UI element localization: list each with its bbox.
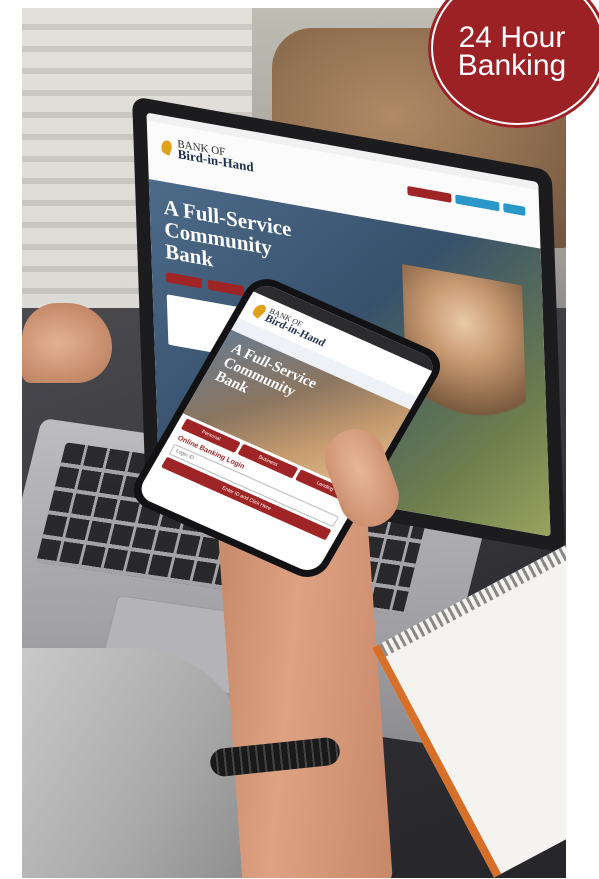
laptop-header-button-3[interactable]: [503, 202, 526, 216]
laptop-hero-button-2[interactable]: [207, 279, 245, 297]
laptop-site-header-buttons: [407, 185, 526, 216]
laptop-logo-bottom: Bird-in-Hand: [177, 146, 254, 175]
laptop-site-logo: BANK OF Bird-in-Hand: [177, 138, 254, 175]
left-hand: [22, 303, 112, 383]
bird-logo-icon: [159, 138, 174, 156]
hero-photo: BANK OF Bird-in-Hand A Full-Service Comm…: [22, 8, 566, 878]
laptop-hero-buttons: [165, 272, 245, 297]
badge-line-2: Banking: [457, 49, 567, 82]
laptop-header-button-2[interactable]: [455, 193, 500, 211]
badge-line-1: 24 Hour: [458, 21, 566, 54]
laptop-hero-button-1[interactable]: [165, 272, 203, 289]
laptop-header-button-1[interactable]: [407, 185, 452, 203]
